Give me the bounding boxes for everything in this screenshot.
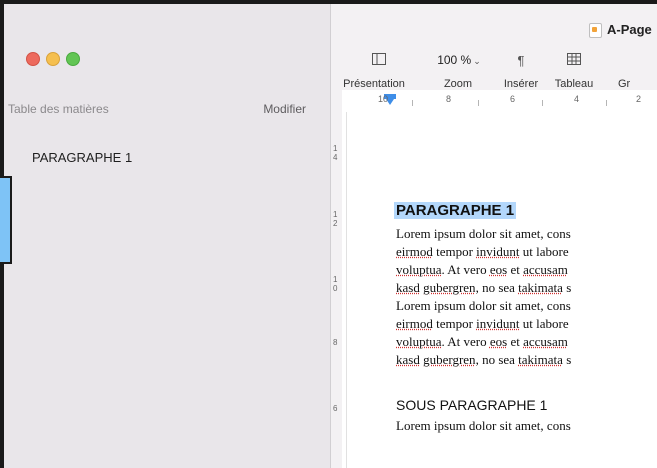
body-line[interactable]: Lorem ipsum dolor sit amet, cons [396,297,657,315]
vruler-number: 10 [333,275,338,293]
table-button[interactable]: Tableau [549,78,599,90]
hruler-number: 4 [574,94,580,104]
ruler-tick [478,100,479,106]
hruler-number: 6 [510,94,516,104]
heading-paragraphe-1[interactable]: PARAGRAPHE 1 [394,202,517,219]
zoom-window-button[interactable] [66,52,80,66]
presentation-button[interactable]: Présentation [341,78,407,90]
modify-button[interactable]: Modifier [263,102,306,116]
document-icon [589,23,602,38]
ruler-tick [412,100,413,106]
page-edge [346,112,347,468]
body-line[interactable]: eirmod tempor invidunt ut labore [396,243,657,261]
vruler-number: 6 [333,404,338,413]
table-icon[interactable] [566,53,582,69]
body-line[interactable]: kasd gubergren, no sea takimata s [396,279,657,297]
sidebar: Table des matières Modifier PARAGRAPHE 1 [4,4,331,468]
selection-tab[interactable] [0,176,12,264]
body-line[interactable]: kasd gubergren, no sea takimata s [396,351,657,369]
vruler-number: 14 [333,144,338,162]
hruler-number: 8 [446,94,452,104]
ruler-tick [606,100,607,106]
close-window-button[interactable] [26,52,40,66]
insert-button[interactable]: Insérer [496,78,546,90]
document-canvas[interactable]: PARAGRAPHE 1 Lorem ipsum dolor sit amet,… [342,112,657,468]
zoom-value: 100 % [437,53,472,67]
document-title: A-Page [607,22,652,37]
sidebar-icon[interactable] [369,53,389,69]
subheading-sous-paragraphe-1[interactable]: SOUS PARAGRAPHE 1 [396,397,547,413]
zoom-dropdown[interactable]: 100 % ⌄ [429,51,489,69]
toc-item-paragraphe-1[interactable]: PARAGRAPHE 1 [32,150,132,165]
body-line[interactable]: voluptua. At vero eos et accusam [396,261,657,279]
body-line[interactable]: eirmod tempor invidunt ut labore [396,315,657,333]
vruler-number: 12 [333,210,338,228]
body-line[interactable]: voluptua. At vero eos et accusam [396,333,657,351]
toolbar: A-Page Présentation 100 % ⌄ Zoom ¶ Insére… [331,4,657,91]
toc-title: Table des matières [8,102,109,116]
app-window: Table des matières Modifier PARAGRAPHE 1… [0,0,657,468]
zoom-label: Zoom [443,78,473,90]
body-line[interactable]: Lorem ipsum dolor sit amet, cons [396,225,657,243]
body-line[interactable]: Lorem ipsum dolor sit amet, cons [396,417,657,435]
chevron-down-icon: ⌄ [473,56,481,66]
ruler-tick [542,100,543,106]
hruler-number: 2 [636,94,642,104]
vruler-number: 8 [333,338,338,347]
minimize-window-button[interactable] [46,52,60,66]
toolbar-item-truncated[interactable]: Gr [618,78,648,90]
horizontal-ruler: 10 8 6 4 2 [342,90,657,113]
paragraph-icon[interactable]: ¶ [514,53,528,69]
hruler-number: 10 [378,94,389,104]
